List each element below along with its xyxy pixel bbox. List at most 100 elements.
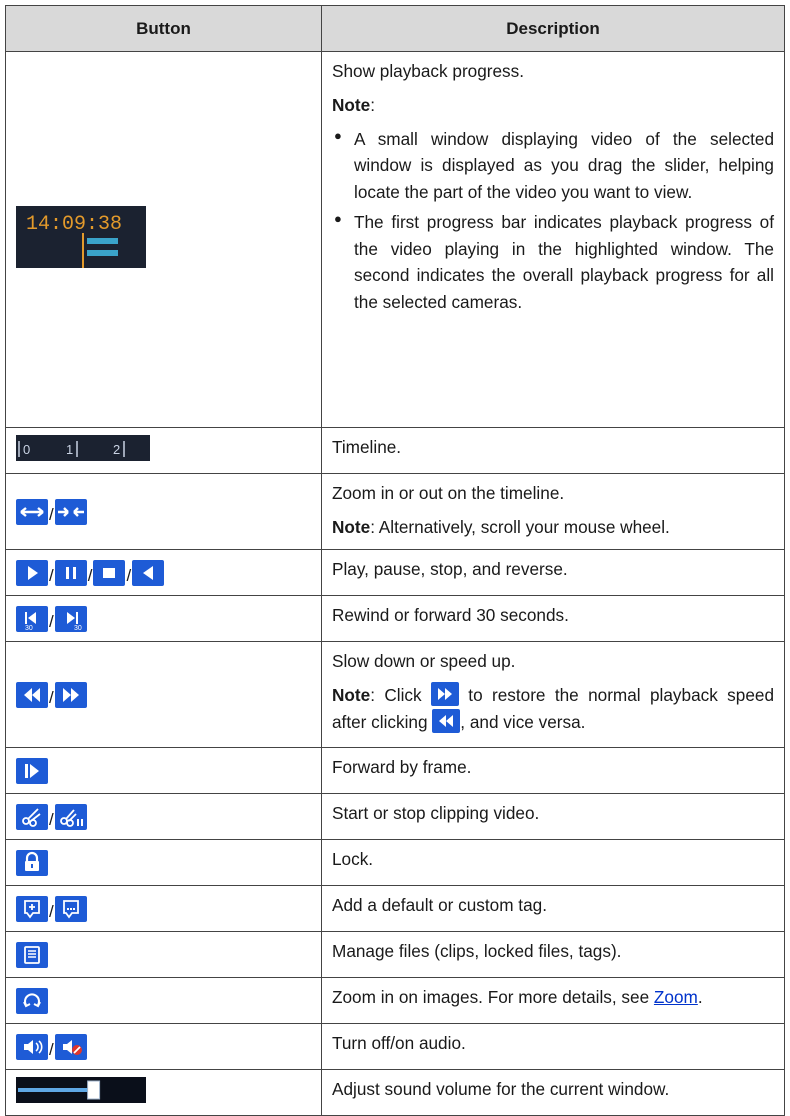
table-row: Lock. <box>5 839 785 886</box>
description-text: Add a default or custom tag. <box>332 895 547 915</box>
description-text: Slow down or speed up. <box>332 651 516 671</box>
description-cell: Add a default or custom tag. <box>321 885 785 932</box>
button-column-header: Button <box>5 5 322 52</box>
slow-down-icon <box>432 708 461 733</box>
zoom-link[interactable]: Zoom <box>654 987 698 1007</box>
description-text: Zoom in or out on the timeline. <box>332 483 565 503</box>
separator: / <box>49 1039 54 1059</box>
timeline-tick-label: 2 <box>113 442 120 457</box>
table-row: / Zoom in or out on the timeline. Note: … <box>5 473 785 550</box>
start-clip-icon[interactable] <box>16 803 48 830</box>
rewind-30s-icon[interactable]: 30 <box>16 605 48 632</box>
note-text: : Click <box>370 685 431 706</box>
description-text: Zoom in on images. For more details, see <box>332 987 654 1007</box>
frame-forward-icon[interactable] <box>16 757 48 784</box>
table-row: / / / Play, pause, stop, and reverse. <box>5 549 785 596</box>
default-tag-icon[interactable] <box>16 895 48 922</box>
description-cell: Slow down or speed up. Note: Click to re… <box>321 641 785 748</box>
button-cell: 0 1 2 <box>5 427 322 474</box>
button-cell: / <box>5 793 322 840</box>
table-row: Forward by frame. <box>5 747 785 794</box>
stop-icon[interactable] <box>93 559 126 586</box>
file-manager-icon[interactable] <box>16 941 48 968</box>
separator: / <box>49 809 54 829</box>
note-label: Note <box>332 95 371 116</box>
table-row: / Slow down or speed up. Note: Click to … <box>5 641 785 748</box>
reverse-icon[interactable] <box>132 559 165 586</box>
button-cell: / <box>5 885 322 932</box>
volume-slider[interactable] <box>16 1077 146 1103</box>
description-cell: Turn off/on audio. <box>321 1023 785 1070</box>
table-row: Zoom in on images. For more details, see… <box>5 977 785 1024</box>
table-row: 30 / 30 Rewind or forward 30 seconds. <box>5 595 785 642</box>
note-text: , and vice versa. <box>460 711 586 732</box>
pause-icon[interactable] <box>54 559 87 586</box>
button-cell <box>5 1069 322 1116</box>
digital-zoom-icon[interactable] <box>16 987 48 1014</box>
speed-up-icon[interactable] <box>54 681 87 708</box>
description-text: Rewind or forward 30 seconds. <box>332 605 569 625</box>
volume-slider-thumb[interactable] <box>87 1080 101 1100</box>
svg-text:30: 30 <box>25 625 33 632</box>
description-cell: Show playback progress. Note: A small wi… <box>321 51 785 428</box>
button-description-table: Button Description 14:09:38 Show playbac… <box>5 5 785 1116</box>
button-cell <box>5 839 322 886</box>
audio-muted-icon[interactable] <box>54 1033 87 1060</box>
description-cell: Forward by frame. <box>321 747 785 794</box>
note-label: Note <box>332 685 371 706</box>
description-cell: Lock. <box>321 839 785 886</box>
separator: / <box>49 687 54 707</box>
timeline-tick-label: 1 <box>66 442 73 457</box>
button-cell <box>5 747 322 794</box>
description-text: . <box>697 987 703 1007</box>
timeline-zoom-in-icon[interactable] <box>16 498 48 525</box>
description-text: Lock. <box>332 849 374 869</box>
speed-up-icon <box>430 682 459 707</box>
button-cell: / <box>5 473 322 550</box>
forward-30s-icon[interactable]: 30 <box>54 605 87 632</box>
play-icon[interactable] <box>16 559 48 586</box>
timeline-strip: 0 1 2 <box>16 435 150 461</box>
stop-clip-icon[interactable] <box>54 803 87 830</box>
list-item: A small window displaying video of the s… <box>332 126 774 205</box>
note-bullet-list: A small window displaying video of the s… <box>332 126 774 315</box>
description-text: Turn off/on audio. <box>332 1033 466 1053</box>
button-cell <box>5 977 322 1024</box>
audio-on-icon[interactable] <box>16 1033 48 1060</box>
description-text: Forward by frame. <box>332 757 472 777</box>
button-cell: / <box>5 1023 322 1070</box>
description-text: Adjust sound volume for the current wind… <box>332 1079 670 1099</box>
description-cell: Timeline. <box>321 427 785 474</box>
list-item: The first progress bar indicates playbac… <box>332 209 774 315</box>
table-row: / Turn off/on audio. <box>5 1023 785 1070</box>
playback-progress-thumbnail: 14:09:38 <box>16 206 146 268</box>
description-text: Manage files (clips, locked files, tags)… <box>332 941 622 961</box>
separator: / <box>49 565 54 585</box>
separator: / <box>126 565 132 585</box>
lock-icon[interactable] <box>16 849 48 876</box>
description-cell: Play, pause, stop, and reverse. <box>321 549 785 596</box>
separator: / <box>49 901 54 921</box>
button-cell: 14:09:38 <box>5 51 322 428</box>
button-cell <box>5 931 322 978</box>
button-cell: 30 / 30 <box>5 595 322 642</box>
description-text: Timeline. <box>332 437 402 457</box>
description-cell: Zoom in or out on the timeline. Note: Al… <box>321 473 785 550</box>
table-row: Manage files (clips, locked files, tags)… <box>5 931 785 978</box>
description-cell: Rewind or forward 30 seconds. <box>321 595 785 642</box>
slow-down-icon[interactable] <box>16 681 48 708</box>
table-row: 14:09:38 Show playback progress. Note: A… <box>5 51 785 428</box>
description-text: Show playback progress. <box>332 61 525 81</box>
description-cell: Manage files (clips, locked files, tags)… <box>321 931 785 978</box>
button-cell: / <box>5 641 322 748</box>
custom-tag-icon[interactable] <box>54 895 87 922</box>
description-cell: Start or stop clipping video. <box>321 793 785 840</box>
table-row: Adjust sound volume for the current wind… <box>5 1069 785 1116</box>
table-row: / Start or stop clipping video. <box>5 793 785 840</box>
note-text: : Alternatively, scroll your mouse wheel… <box>370 517 670 538</box>
separator: / <box>49 611 54 631</box>
timeline-zoom-out-icon[interactable] <box>54 498 87 525</box>
button-cell: / / / <box>5 549 322 596</box>
volume-slider-fill <box>18 1088 94 1092</box>
progress-time-label: 14:09:38 <box>26 213 122 236</box>
